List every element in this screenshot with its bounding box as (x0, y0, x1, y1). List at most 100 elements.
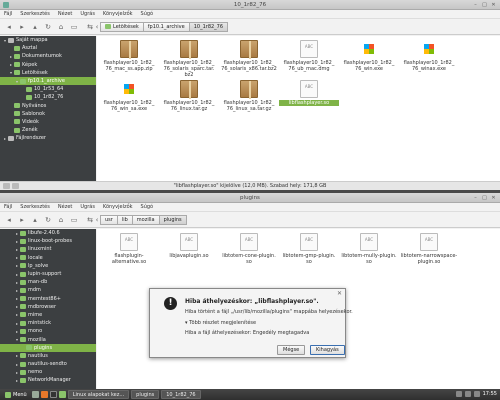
menu-item[interactable]: Ugrás (80, 11, 95, 17)
sidebar-item[interactable]: Videók (0, 118, 96, 126)
home-icon[interactable]: ⌂ (56, 22, 66, 32)
menu-item[interactable]: Szerkesztés (20, 11, 50, 17)
sidebar-item[interactable]: 10_1r53_64 (0, 85, 96, 93)
sidebar-item[interactable]: ▸ mime (0, 311, 96, 319)
breadcrumb-mozilla[interactable]: mozilla (131, 214, 160, 225)
menu-button[interactable]: Menü (2, 391, 30, 398)
sidebar-item[interactable]: Nyilvános (0, 102, 96, 110)
sidebar-item[interactable]: Asztal (0, 44, 96, 52)
file-item[interactable]: flashplayer10_1r82_ 76_win.exe (339, 40, 399, 72)
sidebar-item[interactable]: plugins (0, 343, 96, 352)
file-item[interactable]: libtotem-mully-plugin.so (339, 233, 399, 265)
sidebar-item[interactable]: ▸ mono (0, 327, 96, 335)
sidebar-item[interactable]: ▸ lupin-support (0, 270, 96, 278)
sidebar-toggle-icon[interactable] (3, 183, 10, 189)
menu-item[interactable]: Szerkesztés (20, 204, 50, 210)
title-bar[interactable]: 10_1r82_76 – □ ✕ (0, 0, 500, 10)
file-item[interactable]: libtotem-cone-plugin.so (219, 233, 279, 265)
file-item[interactable]: flashplugin-alternative.so (99, 233, 159, 265)
sidebar-item[interactable]: ▾ Letöltések (0, 69, 96, 77)
back-icon[interactable]: ◂ (4, 22, 14, 32)
terminal-icon[interactable] (49, 391, 57, 398)
up-icon[interactable]: ▴ (30, 22, 40, 32)
sidebar-item[interactable]: ▸ mdm (0, 286, 96, 294)
maximize-icon[interactable]: □ (481, 2, 488, 8)
file-item[interactable]: libjavaplugin.so (159, 233, 219, 259)
sidebar-item[interactable]: ▸ nemo (0, 368, 96, 376)
file-item[interactable]: libtotem-gmp-plugin.so (279, 233, 339, 265)
file-item[interactable]: flashplayer10_1r82_ 76_win_sa.exe (99, 80, 159, 112)
breadcrumb-downloads[interactable]: Letöltések (100, 21, 144, 32)
minimize-icon[interactable]: – (472, 2, 479, 8)
file-item[interactable]: flashplayer10_1r82_ 76_linux_sa.tar.gz (219, 80, 279, 112)
close-icon[interactable]: ✕ (337, 290, 342, 297)
network-icon[interactable] (455, 391, 462, 397)
sidebar-item[interactable]: ▸ nautilus (0, 352, 96, 360)
sidebar-item[interactable]: 10_1r82_76 (0, 93, 96, 101)
sidebar-item[interactable]: ▾ fp10.1_archive (0, 76, 96, 86)
close-icon[interactable]: ✕ (490, 2, 497, 8)
task-button-plugins[interactable]: plugins (131, 390, 160, 399)
minimize-icon[interactable]: – (472, 195, 479, 201)
toggle-location-icon[interactable]: ⇆ (86, 215, 94, 225)
breadcrumb-lib[interactable]: lib (116, 214, 133, 225)
sidebar-item[interactable]: ▸ NetworkManager (0, 376, 96, 384)
firefox-icon[interactable] (40, 391, 48, 398)
sidebar-item[interactable]: ▸ locale (0, 254, 96, 262)
treeview-icon[interactable] (12, 183, 19, 189)
breadcrumb-usr[interactable]: usr (100, 214, 118, 225)
files-icon[interactable] (58, 391, 66, 398)
sidebar-item[interactable]: ▸ Képek (0, 61, 96, 69)
file-item[interactable]: libflashplayer.so (279, 80, 339, 106)
forward-icon[interactable]: ▸ (17, 215, 27, 225)
sidebar-item[interactable]: ▸ nautilus-sendto (0, 360, 96, 368)
close-icon[interactable]: ✕ (490, 195, 497, 201)
home-icon[interactable]: ⌂ (56, 215, 66, 225)
toggle-location-icon[interactable]: ⇆ (86, 22, 94, 32)
sidebar-item[interactable]: ▾ mozilla (0, 335, 96, 343)
file-item[interactable]: flashplayer10_1r82_76_ub_mac.dmg (279, 40, 339, 72)
reload-icon[interactable]: ↻ (43, 22, 53, 32)
file-item[interactable]: libtotem-narrowspace-plugin.so (399, 233, 459, 265)
maximize-icon[interactable]: □ (481, 195, 488, 201)
sidebar-item[interactable]: ▾ Saját mappa (0, 36, 96, 44)
sidebar-item[interactable]: ▸ Dokumentumok (0, 52, 96, 60)
breadcrumb-current[interactable]: 10_1r82_76 (188, 21, 229, 32)
sidebar-item[interactable]: ▸ mintstick (0, 319, 96, 327)
volume-icon[interactable] (464, 391, 471, 397)
menu-item[interactable]: Súgó (141, 204, 154, 210)
computer-icon[interactable]: ▭ (69, 22, 79, 32)
cancel-button[interactable]: Mégse (277, 345, 306, 355)
menu-item[interactable]: Fájl (4, 11, 12, 17)
up-icon[interactable]: ▴ (30, 215, 40, 225)
title-bar[interactable]: plugins – □ ✕ (0, 193, 500, 203)
menu-item[interactable]: Könyvjelzők (103, 11, 133, 17)
breadcrumb-current[interactable]: plugins (158, 214, 187, 225)
sidebar-item[interactable]: ▸ libufe-2.40.6 (0, 229, 96, 237)
file-item[interactable]: flashplayer10_1r82_ 76_linux.tar.gz (159, 80, 219, 112)
sidebar-item[interactable]: Sablonok (0, 110, 96, 118)
sidebar-item[interactable]: ▸ mdbrowser (0, 303, 96, 311)
task-button-writer[interactable]: Linux alapokat kez... (67, 390, 130, 399)
show-desktop-icon[interactable] (31, 391, 39, 398)
skip-button[interactable]: Kihagyás (310, 345, 345, 355)
update-shield-icon[interactable] (473, 391, 480, 397)
reload-icon[interactable]: ↻ (43, 215, 53, 225)
clock[interactable]: 17:55 (483, 391, 497, 397)
forward-icon[interactable]: ▸ (17, 22, 27, 32)
file-item[interactable]: flashplayer10_1r82_ 76_mac_ss.app.zip (99, 40, 159, 72)
menu-item[interactable]: Nézet (58, 204, 72, 210)
sidebar-item[interactable]: ▸ memtest86+ (0, 295, 96, 303)
details-toggle[interactable]: ▾ Több részlet megjelenítése (185, 320, 256, 326)
file-item[interactable]: flashplayer10_1r82_ 76_solaris_sparc.tar.… (159, 40, 219, 78)
file-item[interactable]: flashplayer10_1r82_ 76_solaris_x86.tar.bz… (219, 40, 279, 72)
sidebar-item[interactable]: ▸ linux-boot-probes (0, 237, 96, 245)
computer-icon[interactable]: ▭ (69, 215, 79, 225)
task-button-archive[interactable]: 10_1r82_76 (161, 390, 201, 399)
file-item[interactable]: flashplayer10_1r82_ 76_winax.exe (399, 40, 459, 72)
menu-item[interactable]: Nézet (58, 11, 72, 17)
sidebar-item[interactable]: ▸ lp_solve (0, 262, 96, 270)
back-icon[interactable]: ◂ (4, 215, 14, 225)
sidebar-item[interactable]: ▸ linuxmint (0, 245, 96, 253)
menu-item[interactable]: Fájl (4, 204, 12, 210)
